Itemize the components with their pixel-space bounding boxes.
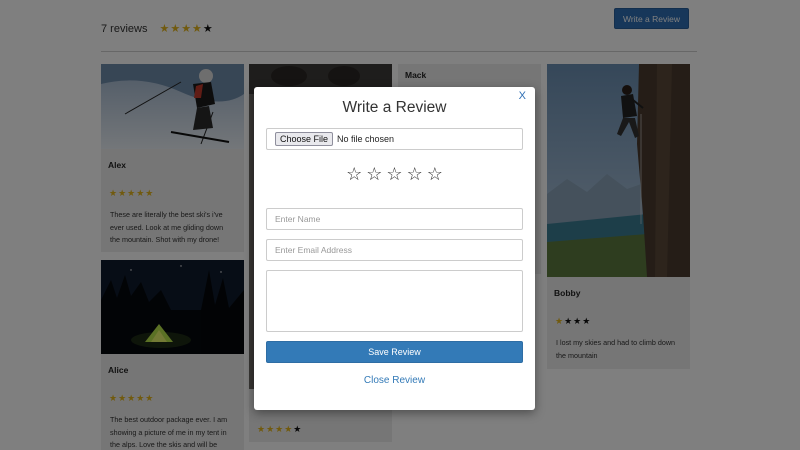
- name-input[interactable]: [266, 208, 523, 230]
- modal-title: Write a Review: [342, 99, 447, 116]
- file-status: No file chosen: [337, 134, 395, 144]
- email-input[interactable]: [266, 239, 523, 261]
- star-rating-input[interactable]: ☆ ☆ ☆ ☆ ☆: [254, 164, 535, 184]
- write-review-modal: X Write a Review Choose File No file cho…: [254, 87, 535, 410]
- file-upload-field[interactable]: Choose File No file chosen: [266, 128, 523, 150]
- close-review-link[interactable]: Close Review: [254, 375, 535, 386]
- choose-file-button[interactable]: Choose File: [275, 132, 334, 146]
- review-textarea[interactable]: [266, 270, 523, 332]
- rating-star-4-icon[interactable]: ☆: [407, 164, 423, 184]
- rating-star-1-icon[interactable]: ☆: [346, 164, 362, 184]
- rating-star-3-icon[interactable]: ☆: [386, 164, 402, 184]
- save-review-button[interactable]: Save Review: [266, 341, 523, 363]
- rating-star-2-icon[interactable]: ☆: [366, 164, 382, 184]
- rating-star-5-icon[interactable]: ☆: [427, 164, 443, 184]
